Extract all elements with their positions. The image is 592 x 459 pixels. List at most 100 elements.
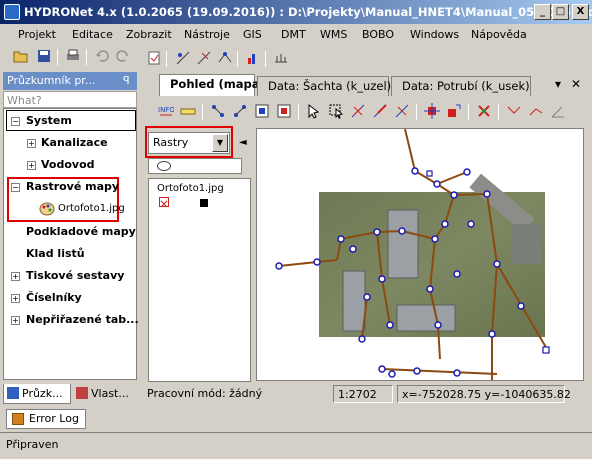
menu-projekt[interactable]: Projekt [18,28,56,41]
split-pipe-icon[interactable] [393,102,411,120]
delete-object-icon[interactable] [475,102,493,120]
print-icon[interactable] [64,47,82,65]
script-icon[interactable] [145,49,163,67]
tree-expander[interactable]: + [11,316,20,325]
palette-icon [39,202,55,216]
toolbar-separator [498,104,499,120]
delete-node-icon[interactable] [371,102,389,120]
undo-icon[interactable] [93,47,111,65]
toolbar-separator [298,104,299,120]
minimize-button[interactable]: _ [534,4,551,20]
layer-item-ortofoto[interactable]: Ortofoto1.jpg [157,183,224,194]
save-icon[interactable] [35,47,53,65]
draw-polyline-icon[interactable] [527,102,545,120]
menu-nastroje[interactable]: Nástroje [184,28,230,41]
tree-item-ciselniky[interactable]: Číselníky [26,291,82,304]
document-tabs: Pohled (mapa) Data: Šachta (k_uzel) Data… [143,74,590,96]
menu-napoveda[interactable]: Nápověda [471,28,527,41]
tab-pohled-mapa[interactable]: Pohled (mapa) [159,74,265,96]
search-input[interactable]: What? [3,91,137,108]
gis-toolbar [145,49,445,69]
tree-item-ortofoto[interactable]: Ortofoto1.jpg [58,203,125,214]
menu-zobrazit[interactable]: Zobrazit [126,28,172,41]
network-icon[interactable] [209,102,227,120]
redo-icon[interactable] [114,47,132,65]
open-icon[interactable] [12,47,30,65]
tree-item-vodovod[interactable]: Vodovod [41,158,95,171]
node-tool-icon[interactable] [174,49,192,67]
maximize-button[interactable]: □ [552,4,569,20]
insert-object-icon[interactable] [445,102,463,120]
collapse-panel-icon[interactable]: ◄ [239,137,247,148]
building [396,304,456,332]
tree-item-rastrove-mapy[interactable]: Rastrové mapy [26,180,119,193]
insert-node-icon[interactable] [423,102,441,120]
tree-expander[interactable]: + [11,272,20,281]
tree-expander[interactable]: − [11,117,20,126]
tabs-close-icon[interactable]: ✕ [571,77,581,91]
close-button[interactable]: X [572,4,589,20]
map-canvas[interactable] [256,128,584,381]
select-area-icon[interactable] [327,102,345,120]
work-mode: Pracovní mód: žádný [147,387,263,400]
select-icon[interactable] [305,102,323,120]
info-icon[interactable]: INFO [157,102,175,120]
parking [512,224,542,264]
toolbar-separator [86,49,87,65]
angle-icon[interactable] [549,102,567,120]
tab-data-sachta[interactable]: Data: Šachta (k_uzel) [257,76,391,96]
svg-text:INFO: INFO [158,106,174,114]
tree-item-neprirazene[interactable]: Nepřiřazené tab... [26,313,139,326]
layer-type-value: Rastry [153,136,189,149]
tree-item-podkladove-mapy[interactable]: Podkladové mapy [26,225,136,238]
tree-expander[interactable]: + [11,294,20,303]
tab-pruzkumnik[interactable]: Průzk... [3,384,71,404]
split-tool-icon[interactable] [195,49,213,67]
menu-bar: Projekt Editace Zobrazit Nástroje GIS DM… [0,25,592,45]
map-scale[interactable]: 1:2702 [333,385,393,403]
tree-item-system[interactable]: System [26,114,72,127]
toolbar-separator [237,51,238,67]
menu-windows[interactable]: Windows [410,28,459,41]
add-node-icon[interactable] [349,102,367,120]
layer-type-select[interactable]: Rastry ▼ [148,132,230,154]
properties-tab-icon [76,387,88,399]
layer-color-swatch[interactable] [200,199,208,207]
tree-item-kanalizace[interactable]: Kanalizace [41,136,108,149]
profile-icon[interactable] [272,49,290,67]
eye-icon[interactable] [157,161,171,171]
tab-vlastnosti[interactable]: Vlast... [73,384,139,404]
draw-line-icon[interactable] [505,102,523,120]
tree-expander[interactable]: − [11,183,20,192]
menu-dmt[interactable]: DMT [281,28,306,41]
main-toolbar [0,47,140,69]
chart-icon[interactable] [244,49,262,67]
edit-line-icon[interactable] [216,49,234,67]
search-placeholder: What? [7,94,42,107]
error-log-tab[interactable]: Error Log [6,409,86,429]
layer-visibility-bar[interactable] [148,158,242,174]
tabs-dropdown-icon[interactable]: ▾ [555,77,561,91]
tree-item-klad-listu[interactable]: Klad listů [26,247,85,260]
tree-item-tiskove-sestavy[interactable]: Tiskové sestavy [26,269,124,282]
chevron-down-icon[interactable]: ▼ [212,134,228,152]
network2-icon[interactable] [231,102,249,120]
toolbar-separator [166,51,167,67]
map-drawing [275,129,550,380]
toolbar-separator [57,49,58,65]
menu-bobo[interactable]: BOBO [362,28,394,41]
zoom-window-icon[interactable] [275,102,293,120]
measure-icon[interactable] [179,102,197,120]
tree-expander[interactable]: + [27,139,36,148]
menu-gis[interactable]: GIS [243,28,262,41]
explorer-tree: − System + Kanalizace + Vodovod − Rastro… [3,108,139,380]
toolbar-separator [468,104,469,120]
pin-icon[interactable]: ꟼ [123,72,130,90]
menu-editace[interactable]: Editace [72,28,113,41]
raster-checkbox-icon[interactable] [159,197,169,208]
tab-data-potrubi[interactable]: Data: Potrubí (k_usek) [391,76,531,96]
tree-expander[interactable]: + [27,161,36,170]
menu-wms[interactable]: WMS [320,28,347,41]
app-icon [4,4,20,20]
zoom-extent-icon[interactable] [253,102,271,120]
